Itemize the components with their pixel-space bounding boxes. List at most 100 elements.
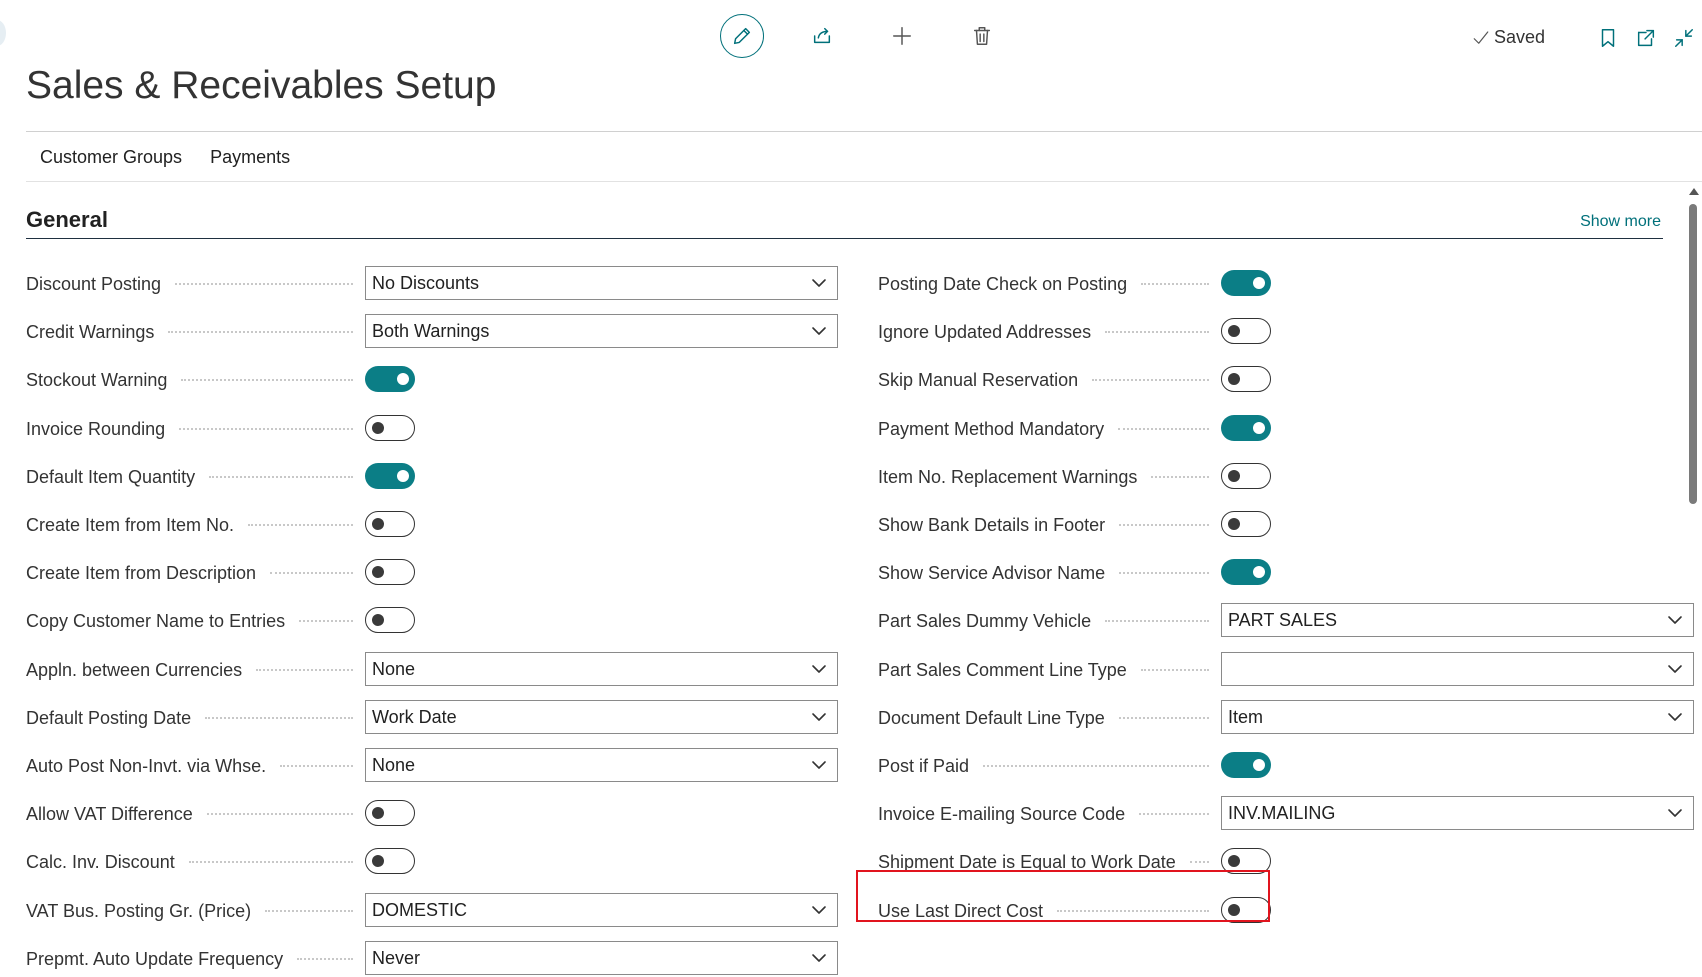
- leader-dots: [1057, 910, 1209, 912]
- chevron-down-icon: [811, 709, 827, 725]
- checkmark-icon: [1473, 30, 1489, 44]
- section-divider: [26, 238, 1663, 239]
- chevron-down-icon: [811, 902, 827, 918]
- chevron-down-icon: [811, 275, 827, 291]
- field-label-part-sales-dummy-vehicle: Part Sales Dummy Vehicle: [878, 610, 1092, 631]
- field-row-default-posting-date: Default Posting Date Work Date: [26, 700, 838, 736]
- field-label-discount-posting: Discount Posting: [26, 273, 162, 294]
- leader-dots: [205, 717, 353, 719]
- leader-dots: [1118, 428, 1209, 430]
- field-label-item-no-replacement-warnings: Item No. Replacement Warnings: [878, 466, 1138, 487]
- field-row-credit-warnings: Credit Warnings Both Warnings: [26, 314, 838, 350]
- header-divider: [26, 131, 1702, 132]
- field-label-invoice-e-mailing-source-code: Invoice E-mailing Source Code: [878, 803, 1126, 824]
- field-row-invoice-rounding: Invoice Rounding: [26, 411, 838, 447]
- field-row-part-sales-dummy-vehicle: Part Sales Dummy Vehicle PART SALES: [878, 603, 1694, 639]
- payment-method-mandatory-toggle[interactable]: [1221, 415, 1271, 441]
- default-item-quantity-toggle[interactable]: [365, 463, 415, 489]
- pencil-icon: [733, 27, 751, 45]
- leader-dots: [256, 669, 353, 671]
- field-row-auto-post-non-invt-via-whse: Auto Post Non-Invt. via Whse. None: [26, 748, 838, 784]
- field-label-shipment-date-is-equal-to-work-date: Shipment Date is Equal to Work Date: [878, 851, 1176, 872]
- part-sales-dummy-vehicle-dropdown[interactable]: PART SALES: [1221, 603, 1694, 637]
- invoice-rounding-toggle[interactable]: [365, 415, 415, 441]
- section-title-general[interactable]: General: [26, 207, 108, 233]
- field-label-default-item-quantity: Default Item Quantity: [26, 466, 196, 487]
- field-row-show-service-advisor-name: Show Service Advisor Name: [878, 555, 1694, 591]
- chevron-down-icon: [1667, 661, 1683, 677]
- scroll-up-arrow[interactable]: [1689, 188, 1699, 195]
- posting-date-check-on-posting-toggle[interactable]: [1221, 270, 1271, 296]
- new-button[interactable]: [880, 14, 924, 58]
- leader-dots: [188, 861, 353, 863]
- chevron-down-icon: [1667, 612, 1683, 628]
- show-service-advisor-name-toggle[interactable]: [1221, 559, 1271, 585]
- bookmark-button[interactable]: [1594, 24, 1622, 52]
- shipment-date-is-equal-to-work-date-toggle[interactable]: [1221, 848, 1271, 874]
- leader-dots: [1119, 524, 1209, 526]
- ignore-updated-addresses-toggle[interactable]: [1221, 318, 1271, 344]
- field-label-copy-customer-name-to-entries: Copy Customer Name to Entries: [26, 610, 286, 631]
- use-last-direct-cost-toggle[interactable]: [1221, 897, 1271, 923]
- field-row-shipment-date-is-equal-to-work-date: Shipment Date is Equal to Work Date: [878, 844, 1694, 880]
- collapse-button[interactable]: [1670, 24, 1698, 52]
- item-no-replacement-warnings-toggle[interactable]: [1221, 463, 1271, 489]
- appln-between-currencies-dropdown[interactable]: None: [365, 652, 838, 686]
- field-row-prepmt-auto-update-frequency: Prepmt. Auto Update Frequency Never: [26, 941, 838, 977]
- discount-posting-dropdown[interactable]: No Discounts: [365, 266, 838, 300]
- field-row-stockout-warning: Stockout Warning: [26, 362, 838, 398]
- tab-payments[interactable]: Payments: [210, 147, 290, 168]
- leader-dots: [1105, 620, 1209, 622]
- credit-warnings-dropdown[interactable]: Both Warnings: [365, 314, 838, 348]
- create-item-from-item-no-toggle[interactable]: [365, 511, 415, 537]
- trash-icon: [973, 27, 991, 45]
- field-row-copy-customer-name-to-entries: Copy Customer Name to Entries: [26, 603, 838, 639]
- field-label-appln-between-currencies: Appln. between Currencies: [26, 659, 243, 680]
- saved-label: Saved: [1494, 27, 1546, 47]
- skip-manual-reservation-toggle[interactable]: [1221, 366, 1271, 392]
- stockout-warning-toggle[interactable]: [365, 366, 415, 392]
- open-new-window-button[interactable]: [1632, 24, 1660, 52]
- window-controls: [1584, 24, 1698, 52]
- show-bank-details-in-footer-toggle[interactable]: [1221, 511, 1271, 537]
- share-button[interactable]: [800, 14, 844, 58]
- show-more-link[interactable]: Show more: [1580, 213, 1661, 231]
- field-row-document-default-line-type: Document Default Line Type Item: [878, 700, 1694, 736]
- part-sales-dummy-vehicle-value: PART SALES: [1228, 609, 1338, 630]
- default-posting-date-value: Work Date: [372, 706, 457, 727]
- open-new-window-icon: [1637, 29, 1655, 47]
- field-row-ignore-updated-addresses: Ignore Updated Addresses: [878, 314, 1694, 350]
- leader-dots: [265, 910, 353, 912]
- leader-dots: [179, 428, 353, 430]
- prepmt-auto-update-frequency-dropdown[interactable]: Never: [365, 941, 838, 975]
- leader-dots: [270, 572, 353, 574]
- copy-customer-name-to-entries-toggle[interactable]: [365, 607, 415, 633]
- leader-dots: [1189, 861, 1209, 863]
- share-icon: [813, 27, 831, 44]
- invoice-e-mailing-source-code-dropdown[interactable]: INV.MAILING: [1221, 796, 1694, 830]
- calc-inv-discount-toggle[interactable]: [365, 848, 415, 874]
- allow-vat-difference-toggle[interactable]: [365, 800, 415, 826]
- chevron-down-icon: [811, 661, 827, 677]
- part-sales-comment-line-type-dropdown[interactable]: [1221, 652, 1694, 686]
- edge-indicator: [0, 20, 6, 46]
- field-label-vat-bus-posting-gr-price: VAT Bus. Posting Gr. (Price): [26, 900, 252, 921]
- field-label-auto-post-non-invt-via-whse: Auto Post Non-Invt. via Whse.: [26, 755, 267, 776]
- field-label-create-item-from-item-no: Create Item from Item No.: [26, 514, 235, 535]
- bookmark-icon: [1601, 29, 1615, 47]
- document-default-line-type-dropdown[interactable]: Item: [1221, 700, 1694, 734]
- plus-icon: [893, 27, 911, 45]
- create-item-from-description-toggle[interactable]: [365, 559, 415, 585]
- invoice-e-mailing-source-code-value: INV.MAILING: [1228, 802, 1336, 823]
- post-if-paid-toggle[interactable]: [1221, 752, 1271, 778]
- field-row-post-if-paid: Post if Paid: [878, 748, 1694, 784]
- tab-customer-groups[interactable]: Customer Groups: [40, 147, 182, 168]
- vat-bus-posting-gr-price-dropdown[interactable]: DOMESTIC: [365, 893, 838, 927]
- auto-post-non-invt-via-whse-dropdown[interactable]: None: [365, 748, 838, 782]
- default-posting-date-dropdown[interactable]: Work Date: [365, 700, 838, 734]
- leader-dots: [1151, 476, 1209, 478]
- delete-button[interactable]: [960, 14, 1004, 58]
- field-row-default-item-quantity: Default Item Quantity: [26, 459, 838, 495]
- leader-dots: [1141, 283, 1209, 285]
- edit-button[interactable]: [720, 14, 764, 58]
